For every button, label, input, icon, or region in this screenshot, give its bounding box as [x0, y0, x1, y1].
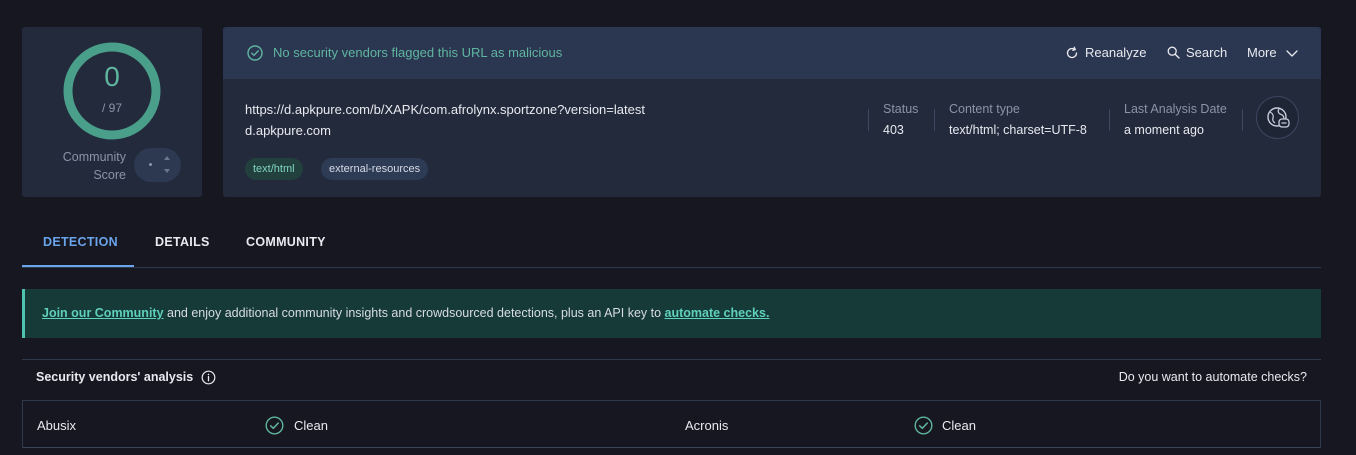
meta-divider — [1109, 109, 1110, 131]
banner-text: Join our Community and enjoy additional … — [42, 306, 769, 320]
check-circle-icon — [265, 416, 284, 435]
more-menu-button[interactable]: More — [1247, 45, 1299, 60]
meta-divider — [1242, 109, 1243, 131]
reanalyze-label: Reanalyze — [1085, 45, 1147, 60]
vendor-name: Abusix — [37, 418, 77, 433]
last-analysis-label: Last Analysis Date — [1124, 102, 1227, 116]
check-circle-icon — [914, 416, 933, 435]
vote-dot-icon — [149, 163, 152, 166]
vendor-result: Clean — [942, 418, 976, 433]
automate-checks-prompt[interactable]: Do you want to automate checks? — [1119, 370, 1307, 384]
tab-divider — [22, 267, 1321, 268]
reanalyze-button[interactable]: Reanalyze — [1065, 45, 1146, 60]
community-banner: Join our Community and enjoy additional … — [22, 289, 1321, 338]
upvote-arrow-icon[interactable] — [164, 156, 170, 160]
search-icon — [1167, 46, 1180, 59]
tag-external-resources[interactable]: external-resources — [321, 158, 429, 180]
meta-divider — [934, 109, 935, 131]
summary-header: No security vendors flagged this URL as … — [223, 27, 1321, 79]
info-icon[interactable] — [201, 370, 216, 385]
join-community-link[interactable]: Join our Community — [42, 306, 164, 320]
check-circle-icon — [247, 45, 263, 61]
scanned-url[interactable]: https://d.apkpure.com/b/XAPK/com.afrolyn… — [245, 102, 645, 117]
chevron-down-icon — [1285, 49, 1298, 57]
automate-checks-link[interactable]: automate checks. — [665, 306, 770, 320]
status-label: Status — [883, 102, 919, 116]
last-analysis-value: a moment ago — [1124, 123, 1204, 137]
verdict-message: No security vendors flagged this URL as … — [273, 45, 563, 60]
globe-link-icon — [1267, 107, 1290, 128]
search-label: Search — [1186, 45, 1228, 60]
downvote-arrow-icon[interactable] — [164, 169, 170, 173]
banner-body: and enjoy additional community insights … — [163, 306, 665, 320]
scanned-domain[interactable]: d.apkpure.com — [245, 123, 331, 138]
meta-divider — [868, 109, 869, 131]
content-type-value: text/html; charset=UTF-8 — [949, 123, 1087, 137]
search-button[interactable]: Search — [1167, 45, 1227, 60]
community-vote-control[interactable] — [134, 148, 181, 182]
tag-text-html[interactable]: text/html — [245, 158, 303, 180]
status-value: 403 — [883, 123, 904, 137]
url-summary-card: No security vendors flagged this URL as … — [223, 27, 1321, 197]
vendor-result: Clean — [294, 418, 328, 433]
tab-details[interactable]: DETAILS — [155, 235, 210, 249]
url-type-badge — [1256, 96, 1299, 139]
tab-detection[interactable]: DETECTION — [43, 235, 118, 249]
refresh-icon — [1066, 46, 1078, 58]
section-divider — [22, 359, 1321, 360]
vendor-name: Acronis — [685, 418, 729, 433]
vendors-section-title: Security vendors' analysis — [36, 370, 194, 384]
community-score-label: Community Score — [62, 150, 126, 182]
score-card: 0 / 97 Community Score — [22, 27, 202, 197]
vendor-results-table: Abusix Clean Acronis Clean — [22, 400, 1321, 448]
content-type-label: Content type — [949, 102, 1020, 116]
more-label: More — [1247, 45, 1277, 60]
detection-total: / 97 — [101, 101, 122, 115]
tab-community[interactable]: COMMUNITY — [246, 235, 326, 249]
detection-count: 0 — [104, 61, 120, 92]
